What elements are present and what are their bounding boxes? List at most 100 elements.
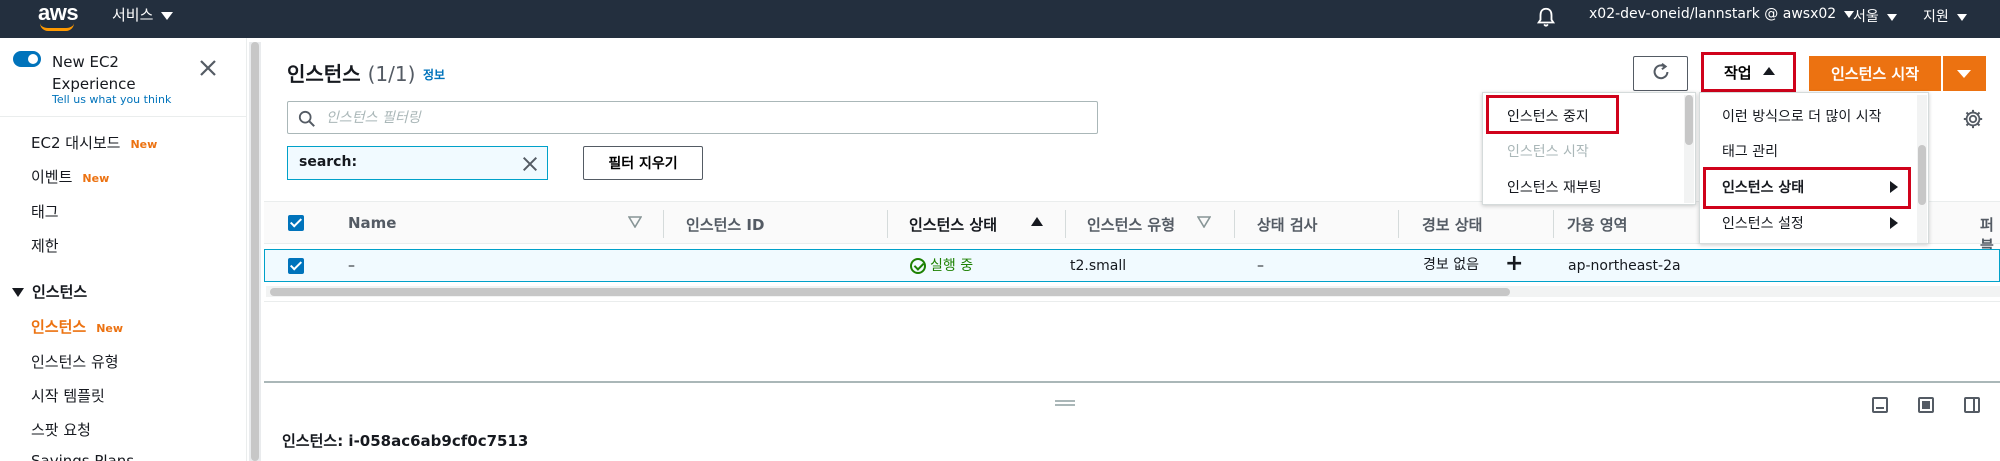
sidebar-item-label: 태그 [31, 203, 59, 221]
info-link[interactable]: 정보 [423, 66, 445, 83]
split-panel-divider[interactable] [264, 381, 2000, 383]
table-bottom-divider [264, 301, 2000, 302]
remove-filter-icon[interactable] [521, 155, 539, 173]
sidebar-item-events[interactable]: 이벤트 New [31, 166, 109, 187]
menu-scrollbar[interactable] [1917, 95, 1927, 243]
sidebar-item-tags[interactable]: 태그 [31, 201, 59, 222]
sidebar-item-label: 인스턴스 유형 [31, 353, 119, 371]
close-icon[interactable] [198, 58, 218, 78]
sidebar-item-label: 제한 [31, 237, 59, 255]
sidebar-item-instances[interactable]: 인스턴스 New [31, 316, 123, 337]
aws-smile-icon [40, 23, 74, 31]
select-all-checkbox[interactable] [288, 215, 304, 231]
caret-down-icon [1956, 13, 1967, 21]
gear-icon[interactable] [1962, 108, 1984, 130]
panel-bottom-icon[interactable] [1872, 397, 1888, 413]
support-menu[interactable]: 지원 [1923, 6, 1967, 26]
sidebar-item-spot-requests[interactable]: 스팟 요청 [31, 419, 91, 440]
instance-state-submenu: 인스턴스 중지 인스턴스 시작 인스턴스 재부팅 [1482, 92, 1696, 205]
column-header-instance-state[interactable]: 인스턴스 상태 [909, 214, 997, 235]
column-header-instance-type[interactable]: 인스턴스 유형 [1087, 214, 1175, 235]
check-circle-icon [910, 258, 926, 274]
sidebar-section-instances[interactable]: 인스턴스 [12, 281, 87, 302]
column-header-status-check[interactable]: 상태 검사 [1257, 214, 1317, 235]
scrollbar-thumb[interactable] [1685, 95, 1693, 145]
column-divider[interactable] [1065, 210, 1066, 238]
new-badge: New [130, 138, 158, 151]
top-nav: aws 서비스 x02-dev-oneid/lannstark @ awsx02… [0, 0, 2000, 38]
menu-item-reboot-instance[interactable]: 인스턴스 재부팅 [1507, 177, 1602, 197]
column-divider[interactable] [663, 210, 664, 238]
refresh-button[interactable] [1633, 56, 1688, 91]
filter-token: search: [287, 146, 548, 180]
column-header-instance-id[interactable]: 인스턴스 ID [686, 214, 764, 235]
sidebar-item-label: EC2 대시보드 [31, 134, 121, 152]
menu-item-launch-more-like-this[interactable]: 이런 방식으로 더 많이 시작 [1722, 106, 1881, 126]
drag-handle-icon[interactable] [1055, 400, 1075, 406]
sidebar-item-label: 스팟 요청 [31, 421, 91, 439]
sidebar-item-limits[interactable]: 제한 [31, 235, 59, 256]
menu-item-instance-settings[interactable]: 인스턴스 설정 [1722, 213, 1804, 233]
add-alarm-icon[interactable]: + [1505, 251, 1523, 276]
sidebar-item-label: 인스턴스 [31, 318, 87, 336]
sidebar-item-label: Savings Plans [31, 452, 135, 461]
search-icon [298, 110, 315, 127]
support-label: 지원 [1923, 9, 1949, 25]
actions-label: 작업 [1724, 63, 1752, 82]
sidebar-item-ec2-dashboard[interactable]: EC2 대시보드 New [31, 132, 157, 153]
sidebar-scrollbar[interactable] [249, 42, 261, 461]
services-menu[interactable]: 서비스 [112, 4, 174, 25]
scrollbar-thumb[interactable] [1918, 145, 1926, 205]
menu-item-manage-tags[interactable]: 태그 관리 [1722, 141, 1778, 161]
sort-icon[interactable] [1197, 216, 1211, 228]
region-label: 서울 [1853, 9, 1879, 25]
page-title-text: 인스턴스 [287, 62, 361, 86]
scrollbar-thumb[interactable] [251, 42, 259, 461]
account-menu[interactable]: x02-dev-oneid/lannstark @ awsx02 [1589, 6, 1855, 22]
new-experience-title: New EC2 Experience [52, 53, 136, 93]
column-header-availability-zone[interactable]: 가용 영역 [1567, 214, 1627, 235]
submenu-scrollbar[interactable] [1684, 95, 1694, 203]
column-divider[interactable] [1398, 210, 1399, 238]
sidebar-section-label: 인스턴스 [32, 283, 88, 301]
page-title: 인스턴스 (1/1) [287, 58, 415, 87]
detail-panel-title: 인스턴스: i-058ac6ab9cf0c7513 [282, 432, 529, 450]
panel-side-icon[interactable] [1918, 397, 1934, 413]
column-divider[interactable] [1553, 210, 1554, 238]
sidebar: New EC2 Experience Tell us what you thin… [0, 38, 247, 461]
column-header-alarm-status[interactable]: 경보 상태 [1422, 214, 1482, 235]
launch-instances-button[interactable]: 인스턴스 시작 [1809, 56, 1941, 91]
aws-logo-text: aws [38, 0, 79, 25]
cell-instance-state: 실행 중 [910, 255, 973, 275]
instance-count: (1/1) [367, 62, 416, 86]
column-divider[interactable] [1234, 210, 1235, 238]
cell-instance-type: t2.small [1070, 258, 1127, 274]
sidebar-item-launch-templates[interactable]: 시작 템플릿 [31, 385, 105, 406]
search-input[interactable] [326, 106, 1086, 130]
feedback-link[interactable]: Tell us what you think [52, 93, 171, 106]
new-experience-toggle[interactable] [13, 51, 41, 67]
new-badge: New [82, 172, 110, 185]
aws-logo[interactable]: aws [38, 0, 79, 31]
launch-options-button[interactable] [1943, 56, 1986, 91]
sidebar-item-savings-plans[interactable]: Savings Plans [31, 452, 134, 461]
panel-close-icon[interactable] [1964, 397, 1980, 413]
clear-filters-button[interactable]: 필터 지우기 [583, 146, 703, 180]
actions-button[interactable]: 작업 [1701, 52, 1796, 92]
column-divider[interactable] [887, 210, 888, 238]
sort-ascending-icon[interactable] [1031, 217, 1043, 226]
column-header-name[interactable]: Name [348, 214, 396, 232]
table-row[interactable]: – 실행 중 t2.small – 경보 없음 + ap-northeast-2… [264, 249, 2000, 282]
region-menu[interactable]: 서울 [1853, 6, 1897, 26]
sort-icon[interactable] [628, 216, 642, 228]
actions-menu: 이런 방식으로 더 많이 시작 태그 관리 인스턴스 상태 인스턴스 설정 [1699, 92, 1929, 244]
sidebar-item-label: 이벤트 [31, 168, 73, 186]
cell-availability-zone: ap-northeast-2a [1568, 258, 1681, 274]
filter-search[interactable] [287, 101, 1098, 134]
services-label: 서비스 [112, 6, 154, 24]
row-checkbox[interactable] [288, 258, 304, 274]
table-horizontal-scrollbar[interactable] [266, 286, 2000, 297]
sidebar-item-instance-types[interactable]: 인스턴스 유형 [31, 351, 119, 372]
bell-icon[interactable] [1535, 6, 1557, 28]
scrollbar-thumb[interactable] [270, 288, 1510, 296]
